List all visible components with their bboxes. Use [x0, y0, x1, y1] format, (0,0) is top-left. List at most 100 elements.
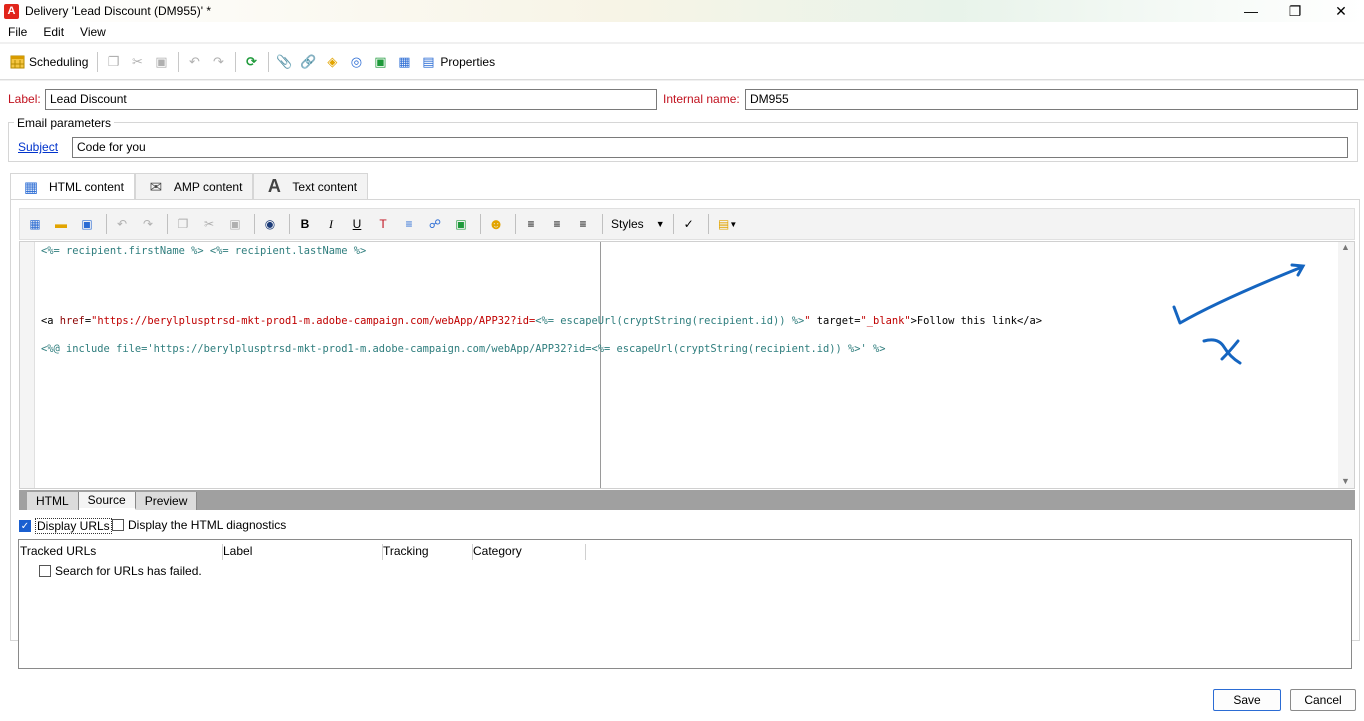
display-urls-label: Display URLs: [35, 518, 112, 534]
open-folder-icon[interactable]: ▬: [50, 213, 72, 235]
bullet-list-icon[interactable]: ≡: [398, 213, 420, 235]
main-toolbar: Scheduling ❐ ✂ ▣ ↶ ↷ ⟳ 📎 🔗 ◈ ◎ ▣ ▦ ▤ Pro…: [0, 44, 1364, 80]
refresh-button[interactable]: ⟳: [240, 50, 262, 74]
properties-icon: ▤: [422, 53, 435, 69]
html-document-icon: ▦: [23, 178, 39, 196]
tab-html-view[interactable]: HTML: [27, 492, 79, 510]
minimize-icon[interactable]: —: [1228, 0, 1274, 22]
scheduling-button[interactable]: Scheduling: [6, 50, 91, 74]
undo-button[interactable]: ↶: [183, 50, 205, 74]
offer-button[interactable]: ◈: [321, 50, 343, 74]
vertical-scrollbar[interactable]: ▲ ▼: [1338, 242, 1354, 488]
message-checkbox: [39, 565, 51, 577]
toolbar-divider: [707, 214, 709, 234]
tab-source-view[interactable]: Source: [78, 492, 136, 510]
align-center-icon[interactable]: ≡: [546, 213, 568, 235]
subject-link[interactable]: Subject: [18, 140, 58, 154]
emoji-icon[interactable]: ☻: [485, 213, 507, 235]
toolbar-divider: [178, 51, 180, 72]
copy-icon[interactable]: ❐: [172, 213, 194, 235]
column-header-tracked-urls[interactable]: Tracked URLs: [20, 544, 223, 560]
print-margin-line: [600, 242, 601, 488]
subject-field[interactable]: Code for you: [72, 137, 1348, 158]
paperclip-icon: 📎: [276, 53, 293, 69]
scroll-up-icon[interactable]: ▲: [1341, 242, 1350, 252]
tab-preview-view[interactable]: Preview: [135, 492, 198, 510]
tracked-urls-table: Tracked URLs Label Tracking Category Sea…: [18, 539, 1352, 669]
copy-button[interactable]: ❐: [102, 50, 124, 74]
tab-label: Text content: [292, 179, 358, 194]
email-parameters-legend: Email parameters: [14, 116, 115, 130]
display-urls-option[interactable]: ✓ Display URLs: [19, 518, 112, 534]
code-line-1: <%= recipient.firstName %> <%= recipient…: [41, 245, 367, 257]
bold-icon[interactable]: B: [294, 213, 316, 235]
html-diagnostics-checkbox[interactable]: [112, 519, 124, 531]
column-header-label[interactable]: Label: [223, 544, 383, 560]
internal-name-field[interactable]: DM955: [745, 89, 1358, 110]
source-code-editor[interactable]: <%= recipient.firstName %> <%= recipient…: [19, 241, 1355, 489]
title-bar: A Delivery 'Lead Discount (DM955)' * — ❐…: [0, 0, 1364, 22]
toolbar-divider: [672, 214, 674, 234]
spellcheck-icon[interactable]: ✓: [678, 213, 700, 235]
column-header-tracking[interactable]: Tracking: [383, 544, 473, 560]
paste-button[interactable]: ▣: [150, 50, 172, 74]
display-urls-checkbox[interactable]: ✓: [19, 520, 31, 532]
find-binoculars-icon[interactable]: ◉: [259, 213, 281, 235]
redo-icon[interactable]: ↷: [137, 213, 159, 235]
link-icon: 🔗: [300, 53, 317, 69]
text-color-icon[interactable]: T: [372, 213, 394, 235]
scroll-down-icon[interactable]: ▼: [1341, 476, 1350, 486]
redo-button[interactable]: ↷: [207, 50, 229, 74]
tab-text-content[interactable]: A Text content: [253, 173, 369, 199]
redo-icon: ↷: [212, 53, 224, 69]
close-icon[interactable]: ✕: [1318, 0, 1364, 22]
content-tabs: ▦ HTML content ✉ AMP content A Text cont…: [10, 173, 369, 199]
cancel-button[interactable]: Cancel: [1290, 689, 1356, 711]
column-header-category[interactable]: Category: [473, 544, 586, 560]
clipboard-icon: ▣: [155, 53, 168, 69]
gift-icon: ◈: [327, 53, 338, 69]
link-button[interactable]: 🔗: [297, 50, 319, 74]
toolbar-divider: [602, 214, 603, 234]
tab-html-content[interactable]: ▦ HTML content: [10, 173, 135, 199]
save-button[interactable]: Save: [1213, 689, 1281, 711]
properties-button[interactable]: ▤ Properties: [417, 50, 498, 74]
italic-icon[interactable]: I: [320, 213, 342, 235]
label-caption: Label:: [8, 92, 41, 106]
scissors-icon: ✂: [131, 53, 143, 69]
toolbar-divider: [515, 214, 516, 234]
window-title: Delivery 'Lead Discount (DM955)' *: [25, 4, 211, 18]
scissors-icon[interactable]: ✂: [198, 213, 220, 235]
insert-image-icon[interactable]: ▣: [450, 213, 472, 235]
styles-dropdown[interactable]: Styles ▼: [607, 213, 669, 235]
attachment-button[interactable]: 📎: [273, 50, 295, 74]
code-line-4: <%@ include file='https://berylplusptrsd…: [41, 343, 886, 355]
editor-toolbar: ▦ ▬ ▣ ↶ ↷ ❐ ✂ ▣ ◉ B I U T ≡ ☍ ▣ ☻ ≡ ≡ ≡: [19, 208, 1355, 240]
menu-view[interactable]: View: [72, 25, 114, 39]
align-left-icon[interactable]: ≡: [520, 213, 542, 235]
align-right-icon[interactable]: ≡: [572, 213, 594, 235]
proof-icon: ▣: [374, 53, 387, 69]
cut-button[interactable]: ✂: [126, 50, 148, 74]
underline-icon[interactable]: U: [346, 213, 368, 235]
text-letter-icon: A: [267, 176, 281, 196]
html-diagnostics-option[interactable]: Display the HTML diagnostics: [112, 518, 286, 532]
proof-button[interactable]: ▣: [369, 50, 391, 74]
insert-link-icon[interactable]: ☍: [424, 213, 446, 235]
refresh-icon: ⟳: [245, 53, 257, 69]
personalization-field-icon[interactable]: ▤ ▼: [713, 213, 743, 235]
new-document-icon[interactable]: ▦: [24, 213, 46, 235]
toolbar-divider: [289, 214, 290, 234]
clipboard-icon[interactable]: ▣: [224, 213, 246, 235]
menu-edit[interactable]: Edit: [35, 25, 72, 39]
restore-icon[interactable]: ❐: [1272, 0, 1318, 22]
tab-amp-content[interactable]: ✉ AMP content: [134, 173, 254, 199]
adobe-campaign-app-icon: A: [4, 3, 19, 19]
label-field[interactable]: Lead Discount: [45, 89, 657, 110]
save-disk-icon[interactable]: ▣: [76, 213, 98, 235]
menu-file[interactable]: File: [0, 25, 35, 39]
undo-icon[interactable]: ↶: [111, 213, 133, 235]
toolbar-divider: [254, 214, 255, 234]
target-button[interactable]: ◎: [345, 50, 367, 74]
analyze-button[interactable]: ▦: [393, 50, 415, 74]
